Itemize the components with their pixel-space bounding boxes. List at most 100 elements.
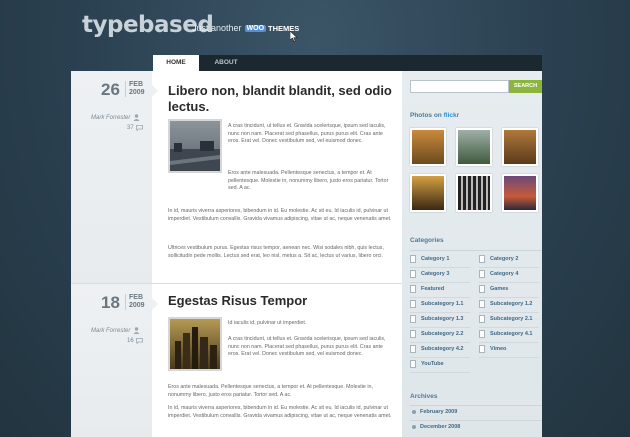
category-link[interactable]: Category 3 — [410, 270, 471, 283]
category-label: Category 3 — [421, 271, 450, 277]
post-year: 2009 — [129, 302, 145, 309]
page-icon — [479, 285, 485, 293]
post-comments[interactable]: 16 — [127, 338, 143, 344]
bullet-icon — [412, 425, 416, 429]
category-link[interactable]: Subcategory 1.3 — [410, 315, 470, 328]
category-link[interactable]: Featured — [410, 285, 471, 298]
thumbnail-image — [170, 319, 220, 369]
page-icon — [410, 315, 416, 323]
site-tagline: Just another WOO THEMES — [192, 23, 299, 33]
page-icon — [479, 255, 485, 263]
archive-link[interactable]: February 2009 — [412, 409, 457, 415]
comment-count: 16 — [127, 338, 134, 344]
category-label: Subcategory 2.2 — [421, 331, 464, 337]
category-label: Subcategory 1.3 — [421, 316, 464, 322]
divider — [410, 250, 542, 251]
page-icon — [479, 315, 485, 323]
photos-widget-title: Photos on flickr — [410, 112, 459, 119]
sidebar: SEARCH Photos on flickr Categories Categ… — [402, 71, 542, 437]
page-icon — [479, 270, 485, 278]
page-icon — [410, 360, 416, 368]
mouse-cursor-icon — [290, 31, 298, 42]
category-label: Category 1 — [421, 256, 450, 262]
page-icon — [410, 345, 416, 353]
main-content: 26 FEB 2009 Mark Forrester 37 Libero non… — [71, 71, 402, 437]
post-author[interactable]: Mark Forrester — [91, 327, 140, 334]
page-icon — [410, 285, 416, 293]
category-link[interactable]: Subcategory 4.2 — [410, 345, 470, 358]
archives-title: Archives — [410, 393, 438, 400]
flickr-photo[interactable] — [456, 128, 492, 166]
post-year: 2009 — [129, 89, 145, 96]
post-month: FEB — [129, 81, 143, 88]
comment-count: 37 — [127, 125, 134, 131]
post-month-year: FEB 2009 — [125, 294, 145, 310]
post-month-year: FEB 2009 — [125, 81, 145, 97]
search-input[interactable] — [410, 80, 509, 93]
category-label: Subcategory 4.2 — [421, 346, 464, 352]
post-meta: 18 FEB 2009 Mark Forrester 16 — [71, 284, 158, 437]
post-comments[interactable]: 37 — [127, 125, 143, 131]
post-meta: 26 FEB 2009 Mark Forrester 37 — [71, 71, 158, 283]
thumbnail-image — [170, 121, 220, 171]
tagline-text: Just another — [192, 23, 242, 33]
post-thumbnail[interactable] — [168, 119, 222, 173]
divider — [410, 405, 542, 406]
category-label: Category 4 — [490, 271, 519, 277]
category-label: Games — [490, 286, 509, 292]
user-icon — [133, 114, 140, 121]
category-label: Subcategory 1.1 — [421, 301, 464, 307]
page-icon — [410, 300, 416, 308]
flickr-photo[interactable] — [410, 174, 446, 212]
bullet-icon — [412, 410, 416, 414]
post-paragraph: A cras tincidunt, ut tellus et. Gravida … — [228, 123, 386, 145]
archive-label: February 2009 — [420, 409, 458, 415]
category-link[interactable]: Games — [479, 285, 540, 298]
category-link[interactable]: Vimeo — [479, 345, 540, 358]
woo-badge-text: WOO — [244, 24, 267, 32]
category-label: Featured — [421, 286, 445, 292]
flickr-logo-main: flick — [443, 112, 457, 119]
author-name: Mark Forrester — [91, 114, 131, 121]
category-link[interactable]: Subcategory 4.1 — [479, 330, 539, 343]
post-paragraph: A cras tincidunt, ut tellus et. Gravida … — [228, 336, 386, 358]
category-link[interactable]: Category 4 — [479, 270, 540, 283]
comment-icon — [135, 125, 143, 131]
tab-about[interactable]: ABOUT — [203, 55, 249, 71]
category-link[interactable]: Subcategory 2.2 — [410, 330, 470, 343]
category-link[interactable]: Subcategory 1.1 — [410, 300, 470, 313]
site-header: typebased Just another WOO THEMES — [0, 0, 630, 56]
post-paragraph: Eros ante malesuada. Pellentesque senect… — [168, 384, 373, 398]
category-link[interactable]: Subcategory 2.1 — [479, 315, 539, 328]
flickr-logo[interactable]: flickr — [444, 112, 460, 119]
post-paragraph: In id, mauris viverra asperiores, bibend… — [168, 208, 392, 222]
category-label: Subcategory 4.1 — [490, 331, 533, 337]
comment-icon — [135, 338, 143, 344]
post-month: FEB — [129, 294, 143, 301]
category-link[interactable]: YouTube — [410, 360, 470, 373]
flickr-photo[interactable] — [502, 128, 538, 166]
category-label: YouTube — [421, 361, 444, 367]
post-author[interactable]: Mark Forrester — [91, 114, 140, 121]
post-title[interactable]: Libero non, blandit blandit, sed odio le… — [168, 83, 393, 115]
photos-title-text: Photos on — [410, 112, 442, 119]
page-icon — [479, 330, 485, 338]
page-icon — [479, 300, 485, 308]
post-thumbnail[interactable] — [168, 317, 222, 371]
author-name: Mark Forrester — [91, 327, 131, 334]
post-paragraph: Ultrices vestibulum purus. Egestas risus… — [168, 245, 384, 259]
category-link[interactable]: Subcategory 1.2 — [479, 300, 539, 313]
flickr-photo[interactable] — [502, 174, 538, 212]
search-button[interactable]: SEARCH — [509, 80, 542, 93]
flickr-logo-r: r — [456, 112, 460, 119]
flickr-photo[interactable] — [410, 128, 446, 166]
page-icon — [410, 255, 416, 263]
category-link[interactable]: Category 2 — [479, 255, 540, 268]
post-title[interactable]: Egestas Risus Tempor — [168, 293, 393, 309]
archive-label: December 2008 — [420, 424, 461, 430]
category-link[interactable]: Category 1 — [410, 255, 471, 268]
tab-home[interactable]: HOME — [153, 55, 199, 72]
archive-link[interactable]: December 2008 — [412, 424, 460, 430]
post-paragraph: Id iaculis id, pulvinar ut imperdiet. — [228, 320, 307, 326]
flickr-photo[interactable] — [456, 174, 492, 212]
